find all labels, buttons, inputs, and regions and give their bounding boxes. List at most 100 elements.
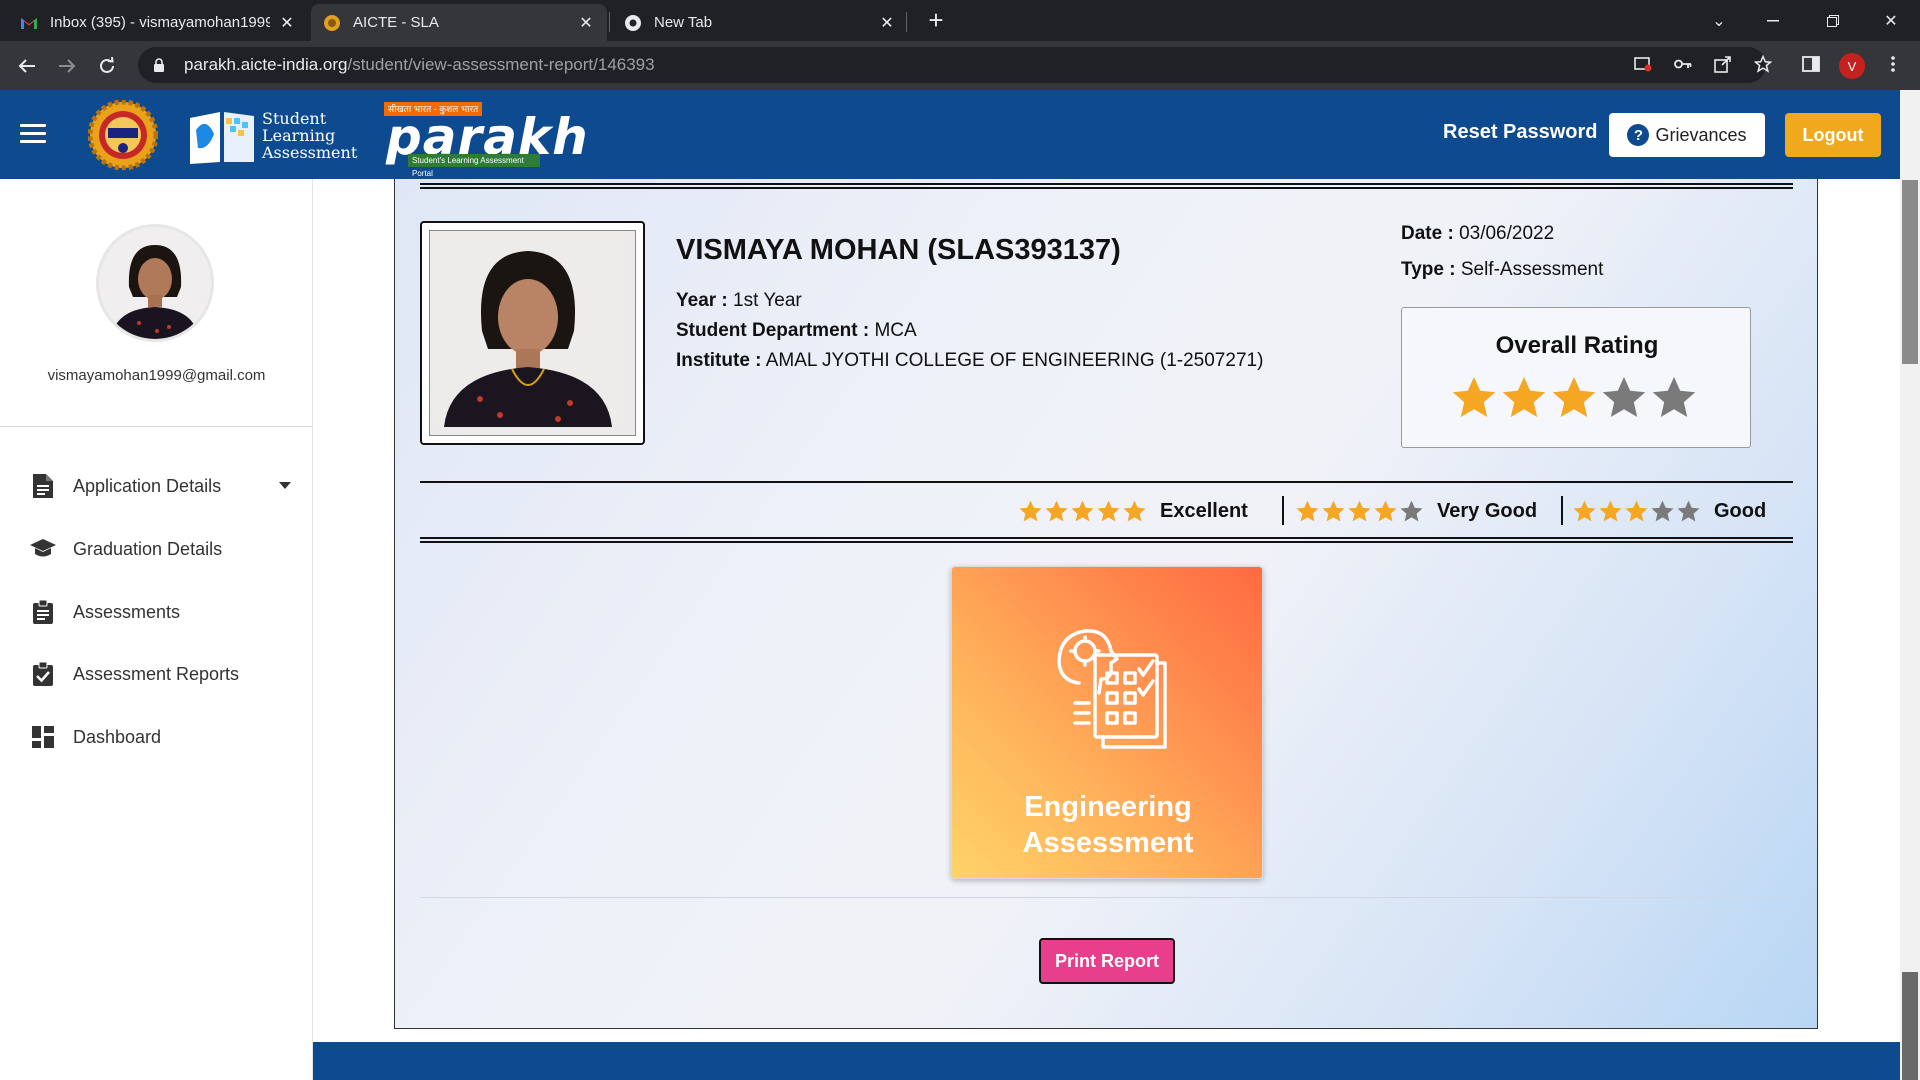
star-empty-icon (1400, 500, 1423, 521)
date-line: Date : 03/06/2022 (1401, 223, 1554, 245)
back-arrow-icon[interactable] (12, 51, 42, 81)
close-tab-icon[interactable]: ✕ (878, 14, 896, 32)
legend-bottom-divider (420, 537, 1793, 543)
footer-band (313, 1042, 1900, 1080)
browser-tab-gmail[interactable]: Inbox (395) - vismayamohan1999 ✕ (8, 4, 308, 41)
logout-button[interactable]: Logout (1785, 113, 1881, 157)
close-tab-icon[interactable]: ✕ (577, 14, 595, 32)
star-filled-icon (1045, 500, 1068, 521)
address-bar[interactable]: parakh.aicte-india.org/student/view-asse… (138, 47, 1766, 83)
star-filled-icon (1296, 500, 1319, 521)
star-empty-icon (1602, 377, 1646, 417)
aicte-favicon-icon (323, 14, 341, 32)
sidebar-item-assessment-reports[interactable]: Assessment Reports (0, 649, 313, 699)
minimize-button[interactable] (1750, 0, 1796, 41)
star-filled-icon (1573, 500, 1596, 521)
aicte-logo[interactable] (87, 99, 159, 171)
tab-search-icon[interactable]: ⌄ (1696, 0, 1742, 41)
overall-rating-box: Overall Rating (1401, 307, 1751, 448)
hamburger-menu-icon[interactable] (20, 124, 46, 144)
key-icon[interactable] (1668, 49, 1698, 79)
sidebar-divider (0, 426, 313, 427)
sidebar-item-label: Assessments (73, 601, 181, 622)
department-line: Student Department : MCA (676, 320, 917, 342)
close-window-button[interactable]: ✕ (1868, 0, 1914, 41)
url-host: parakh.aicte-india.org (184, 55, 348, 74)
legend-label: Excellent (1160, 499, 1248, 522)
main-content: VISMAYA MOHAN (SLAS393137) Year : 1st Ye… (313, 179, 1900, 1042)
legend-stars (1572, 499, 1702, 524)
restore-button[interactable] (1810, 0, 1856, 41)
sidebar-item-label: Application Details (73, 475, 222, 496)
sidebar-item-application-details[interactable]: Application Details (0, 461, 313, 511)
type-value: Self-Assessment (1460, 259, 1604, 280)
side-panel-icon[interactable] (1796, 49, 1826, 79)
sidebar-item-assessments[interactable]: Assessments (0, 587, 313, 637)
sidebar-item-label: Graduation Details (73, 538, 223, 559)
sidebar-item-graduation-details[interactable]: Graduation Details (0, 524, 313, 574)
profile-avatar[interactable]: V (1839, 53, 1865, 79)
star-filled-icon (1552, 377, 1596, 417)
url-text: parakh.aicte-india.org/student/view-asse… (184, 55, 655, 75)
avatar (96, 224, 214, 342)
document-icon (30, 473, 56, 499)
graduation-cap-icon (30, 536, 56, 562)
star-empty-icon (1652, 377, 1696, 417)
site-header: Student Learning Assessment सीखता भारत -… (0, 90, 1900, 179)
star-filled-icon (1071, 500, 1094, 521)
institute-value: AMAL JYOTHI COLLEGE OF ENGINEERING (1-25… (765, 350, 1264, 371)
legend-label: Very Good (1437, 499, 1538, 522)
secondary-scrollbar-thumb[interactable] (1902, 972, 1918, 1080)
department-value: MCA (874, 320, 917, 341)
student-photo (420, 221, 645, 445)
sla-line-3: Assessment (262, 142, 358, 162)
reset-password-link[interactable]: Reset Password (1443, 121, 1598, 144)
caret-down-icon[interactable] (279, 482, 291, 489)
sla-line-1: Student (262, 108, 327, 128)
legend-stars (1018, 499, 1148, 524)
cast-blocked-icon[interactable] (1628, 49, 1658, 79)
star-empty-icon (1677, 500, 1700, 521)
institute-label: Institute : (676, 350, 762, 371)
student-learning-assessment-logo[interactable]: Student Learning Assessment (186, 102, 358, 168)
engineering-assessment-icon (1057, 629, 1167, 749)
star-filled-icon (1625, 500, 1648, 521)
date-value: 03/06/2022 (1459, 223, 1555, 244)
forward-arrow-icon[interactable] (52, 51, 82, 81)
open-book-icon (190, 112, 254, 164)
print-report-button[interactable]: Print Report (1039, 938, 1175, 984)
tab-separator (906, 12, 907, 32)
browser-tab-new-tab[interactable]: New Tab ✕ (612, 4, 908, 41)
lock-icon[interactable] (152, 57, 166, 73)
legend-good: Good (1572, 495, 1766, 527)
scrollbar-thumb[interactable] (1902, 180, 1918, 364)
bottom-divider (420, 897, 1793, 898)
type-label: Type : (1401, 259, 1456, 280)
year-line: Year : 1st Year (676, 290, 802, 312)
reload-icon[interactable] (92, 51, 122, 81)
share-icon[interactable] (1708, 49, 1738, 79)
engineering-assessment-card[interactable]: Engineering Assessment (951, 566, 1263, 879)
parakh-logo[interactable]: सीखता भारत - कुशल भारत parakh Student's … (384, 102, 588, 178)
legend-label: Good (1714, 499, 1767, 522)
institute-line: Institute : AMAL JYOTHI COLLEGE OF ENGIN… (676, 350, 1263, 372)
grievances-button[interactable]: ? Grievances (1609, 113, 1765, 157)
sidebar-item-dashboard[interactable]: Dashboard (0, 712, 313, 762)
clipboard-icon (30, 599, 56, 625)
grievances-label: Grievances (1655, 124, 1747, 145)
new-tab-button[interactable]: + (922, 5, 950, 35)
browser-tab-aicte-sla[interactable]: AICTE - SLA ✕ (311, 4, 607, 41)
star-filled-icon (1097, 500, 1120, 521)
student-name: VISMAYA MOHAN (SLAS393137) (676, 234, 1121, 266)
star-filled-icon (1348, 500, 1371, 521)
star-filled-icon (1123, 500, 1146, 521)
sidebar-item-label: Dashboard (73, 726, 162, 747)
more-menu-icon[interactable] (1878, 49, 1908, 79)
tab-title: AICTE - SLA (353, 14, 439, 31)
legend-excellent: Excellent (1018, 495, 1248, 527)
year-label: Year : (676, 290, 728, 311)
bookmark-star-icon[interactable] (1748, 49, 1778, 79)
sidebar: vismayamohan1999@gmail.com Application D… (0, 179, 313, 1080)
close-tab-icon[interactable]: ✕ (278, 14, 296, 32)
legend-top-divider (420, 481, 1793, 483)
